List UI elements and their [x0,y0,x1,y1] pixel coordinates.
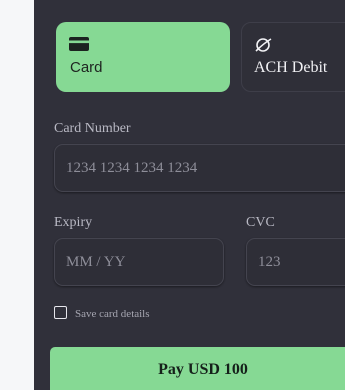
pay-button[interactable]: Pay USD 100 [50,347,345,390]
checkout-page: Card ACH Debit Card Number 1234 1234 123… [0,0,345,390]
tab-card[interactable]: Card [56,22,230,92]
tab-ach-debit[interactable]: ACH Debit [241,22,345,92]
tab-ach-label: ACH Debit [254,59,328,76]
save-card-label: Save card details [75,308,150,320]
bank-icon [254,36,276,52]
cvc-label: CVC [246,215,275,230]
cvc-input[interactable]: 123 [246,238,345,286]
card-number-input[interactable]: 1234 1234 1234 1234 [54,144,345,192]
tab-card-label: Card [70,59,103,76]
save-card-checkbox[interactable] [54,306,67,319]
card-number-label: Card Number [54,121,131,136]
expiry-label: Expiry [54,215,93,230]
credit-card-icon [69,37,91,53]
expiry-input[interactable]: MM / YY [54,238,224,286]
payment-panel: Card ACH Debit Card Number 1234 1234 123… [34,0,345,390]
